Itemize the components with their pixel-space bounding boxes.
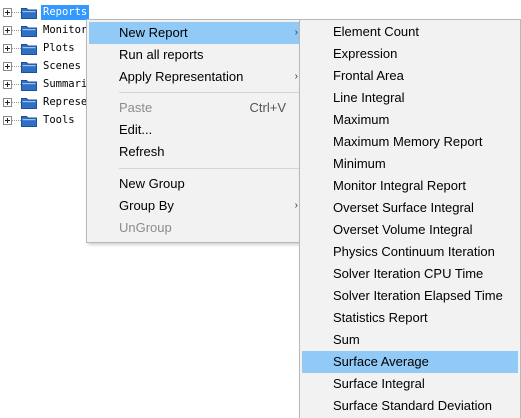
context-menu: New Report › Run all reports Apply Repre…: [86, 19, 307, 243]
folder-icon: [21, 116, 37, 127]
folder-icon: [21, 26, 37, 37]
expand-plus-icon[interactable]: [3, 26, 12, 35]
expand-plus-icon[interactable]: [3, 98, 12, 107]
tree-connector: [12, 48, 21, 49]
submenu-item-label: Maximum: [333, 112, 390, 127]
submenu-item-label: Surface Standard Deviation: [333, 398, 492, 413]
expand-plus-icon[interactable]: [3, 44, 12, 53]
tree-label-summaries[interactable]: Summari: [41, 77, 89, 92]
tree-label-representations[interactable]: Represe: [41, 95, 89, 110]
menu-item-label: Apply Representation: [119, 69, 244, 84]
menu-separator: [119, 168, 302, 169]
menu-item-label: Paste: [119, 100, 153, 115]
submenu-item-solver-iteration-elapsed-time[interactable]: Solver Iteration Elapsed Time: [302, 285, 518, 307]
submenu-item-label: Element Count: [333, 24, 419, 39]
submenu-item-surface-integral[interactable]: Surface Integral: [302, 373, 518, 395]
expand-plus-icon[interactable]: [3, 8, 12, 17]
tree-label-scenes[interactable]: Scenes: [41, 59, 83, 74]
submenu-item-surface-average[interactable]: Surface Average: [302, 351, 518, 373]
submenu-item-label: Minimum: [333, 156, 386, 171]
menu-item-label: New Report: [119, 25, 188, 40]
submenu-item-maximum-memory-report[interactable]: Maximum Memory Report: [302, 131, 518, 153]
menu-item-label: Refresh: [119, 144, 165, 159]
tree-label-reports[interactable]: Reports: [41, 5, 90, 20]
folder-icon: [21, 80, 37, 91]
menu-item-label: UnGroup: [119, 220, 172, 235]
submenu-item-maximum[interactable]: Maximum: [302, 109, 518, 131]
submenu-item-overset-surface-integral[interactable]: Overset Surface Integral: [302, 197, 518, 219]
chevron-right-icon: ›: [294, 27, 298, 38]
menu-separator: [119, 92, 302, 93]
tree-label-monitors[interactable]: Monitor: [41, 23, 89, 38]
expand-plus-icon[interactable]: [3, 62, 12, 71]
menu-item-edit[interactable]: Edit...: [89, 119, 304, 141]
tree-connector: [12, 66, 21, 67]
folder-icon: [21, 98, 37, 109]
menu-item-label: Group By: [119, 198, 174, 213]
menu-item-new-group[interactable]: New Group: [89, 173, 304, 195]
tree-connector: [12, 30, 21, 31]
submenu-item-label: Line Integral: [333, 90, 405, 105]
new-report-submenu: Element Count Expression Frontal Area Li…: [299, 19, 521, 418]
menu-item-refresh[interactable]: Refresh: [89, 141, 304, 163]
submenu-item-element-count[interactable]: Element Count: [302, 21, 518, 43]
submenu-item-overset-volume-integral[interactable]: Overset Volume Integral: [302, 219, 518, 241]
submenu-item-monitor-integral-report[interactable]: Monitor Integral Report: [302, 175, 518, 197]
menu-item-label: New Group: [119, 176, 185, 191]
submenu-item-label: Maximum Memory Report: [333, 134, 483, 149]
submenu-item-label: Sum: [333, 332, 360, 347]
tree-label-tools[interactable]: Tools: [41, 113, 77, 128]
paste-shortcut: Ctrl+V: [249, 100, 286, 115]
menu-item-label: Run all reports: [119, 47, 204, 62]
submenu-item-label: Frontal Area: [333, 68, 404, 83]
submenu-item-minimum[interactable]: Minimum: [302, 153, 518, 175]
submenu-item-physics-continuum-iteration[interactable]: Physics Continuum Iteration: [302, 241, 518, 263]
menu-item-run-all-reports[interactable]: Run all reports: [89, 44, 304, 66]
menu-item-paste: Paste Ctrl+V: [89, 97, 304, 119]
submenu-item-label: Overset Volume Integral: [333, 222, 473, 237]
submenu-item-label: Overset Surface Integral: [333, 200, 474, 215]
folder-icon: [21, 62, 37, 73]
tree-connector: [12, 12, 21, 13]
submenu-item-label: Solver Iteration Elapsed Time: [333, 288, 503, 303]
menu-item-label: Edit...: [119, 122, 153, 137]
submenu-item-label: Solver Iteration CPU Time: [333, 266, 484, 281]
submenu-item-expression[interactable]: Expression: [302, 43, 518, 65]
tree-connector: [12, 120, 21, 121]
submenu-item-label: Monitor Integral Report: [333, 178, 466, 193]
submenu-item-label: Surface Average: [333, 354, 429, 369]
folder-icon: [21, 44, 37, 55]
expand-plus-icon[interactable]: [3, 80, 12, 89]
submenu-item-label: Surface Integral: [333, 376, 425, 391]
submenu-item-label: Physics Continuum Iteration: [333, 244, 495, 259]
menu-item-ungroup: UnGroup: [89, 217, 304, 239]
submenu-item-solver-iteration-cpu-time[interactable]: Solver Iteration CPU Time: [302, 263, 518, 285]
chevron-right-icon: ›: [294, 71, 298, 82]
expand-plus-icon[interactable]: [3, 116, 12, 125]
submenu-item-statistics-report[interactable]: Statistics Report: [302, 307, 518, 329]
chevron-right-icon: ›: [294, 200, 298, 211]
tree-label-plots[interactable]: Plots: [41, 41, 77, 56]
submenu-item-label: Statistics Report: [333, 310, 428, 325]
submenu-item-label: Expression: [333, 46, 398, 61]
menu-item-group-by[interactable]: Group By ›: [89, 195, 304, 217]
tree-connector: [12, 84, 21, 85]
menu-item-apply-representation[interactable]: Apply Representation ›: [89, 66, 304, 88]
folder-icon: [21, 8, 37, 19]
submenu-item-frontal-area[interactable]: Frontal Area: [302, 65, 518, 87]
submenu-item-sum[interactable]: Sum: [302, 329, 518, 351]
submenu-item-surface-standard-deviation[interactable]: Surface Standard Deviation: [302, 395, 518, 417]
tree-connector: [12, 102, 21, 103]
submenu-item-line-integral[interactable]: Line Integral: [302, 87, 518, 109]
menu-item-new-report[interactable]: New Report ›: [89, 22, 304, 44]
